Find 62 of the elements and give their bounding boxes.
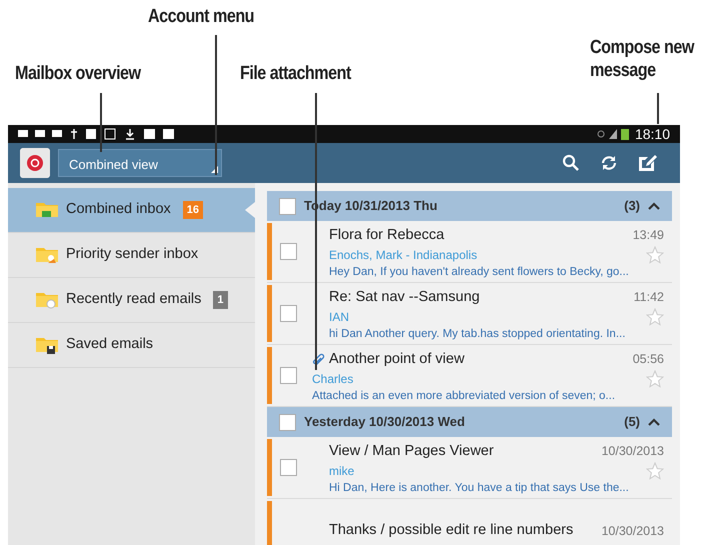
mailbox-label: Saved emails [66, 335, 154, 354]
star-icon[interactable] [646, 370, 664, 388]
star-icon[interactable] [646, 462, 664, 480]
message-row[interactable]: View / Man Pages Viewer 10/30/2013 mike Hi Dan, Here is another. You have a tip that says Use the... [267, 437, 672, 500]
message-subject: View / Man Pages Viewer [329, 442, 494, 461]
mailbox-label: Combined inbox [66, 200, 171, 220]
star-icon[interactable] [646, 308, 664, 326]
message-time: 13:49 [632, 227, 665, 244]
mailbox-item[interactable]: Recently read emails 1 [8, 278, 255, 324]
message-subject: Another point of view [329, 350, 464, 369]
group-count: (5) [624, 413, 640, 432]
callout-label: Account menu [148, 6, 254, 29]
message-row[interactable]: Re: Sat nav --Samsung 11:42 IAN hi Dan Another query. My tab.has stopped orientating. In... [267, 283, 672, 346]
unread-count: 1 [213, 290, 228, 310]
checkbox[interactable] [279, 414, 296, 431]
folder-icon [36, 201, 58, 220]
message-sender: mike [329, 463, 354, 480]
message-sender: Charles [312, 371, 354, 388]
callout-label: File attachment [240, 63, 351, 86]
leader-line [100, 93, 102, 152]
checkbox[interactable] [279, 198, 296, 215]
star-icon[interactable] [646, 246, 664, 264]
search-icon [562, 154, 580, 172]
message-time: 10/30/2013 [601, 522, 665, 540]
message-preview: Hi Dan, Here is another. You have a tip that says Use the... [329, 481, 630, 496]
callout-label: Compose new message [590, 37, 696, 83]
message-time: 11:42 [634, 289, 665, 306]
leader-line [657, 93, 658, 124]
group-date: Yesterday 10/30/2013 Wed [304, 413, 465, 432]
message-preview: Attached is an even more abbreviated version of seven; o... [312, 389, 616, 404]
email-app-logo-icon[interactable] [20, 148, 50, 178]
compose-icon [638, 154, 658, 172]
message-row[interactable]: Flora for Rebecca 13:49 Enochs, Mark - Indianapolis Hey Dan, If you haven't already sent flowers to Becky, go... [267, 221, 672, 284]
message-time: 10/30/2013 [601, 443, 665, 460]
date-group-header[interactable]: Yesterday 10/30/2013 Wed (5) [267, 407, 672, 438]
folder-person-icon [36, 246, 58, 264]
clock-time: 18:10 [634, 125, 670, 143]
mailbox-label: Recently read emails [66, 290, 202, 310]
mailbox-item[interactable]: Priority sender inbox [8, 233, 255, 278]
checkbox[interactable] [280, 459, 297, 476]
signal-battery-icons-drawing [596, 128, 631, 140]
message-subject: Re: Sat nav --Samsung [329, 288, 480, 307]
message-sender: Enochs, Mark - Indianapolis [329, 247, 478, 264]
message-preview: hi Dan Another query. My tab.has stopped orientating. In... [329, 327, 626, 342]
message-sender: IAN [329, 309, 350, 326]
message-subject: Flora for Rebecca [329, 226, 444, 245]
group-count: (3) [624, 197, 640, 216]
mailbox-item[interactable]: Saved emails [8, 323, 255, 368]
message-row[interactable]: Thanks / possible edit re line numbers 10/30/2013 [267, 499, 672, 545]
checkbox[interactable] [280, 367, 297, 384]
mailbox-item[interactable]: Combined inbox 16 [8, 188, 255, 234]
mailbox-label: Priority sender inbox [66, 245, 198, 264]
checkbox[interactable] [280, 243, 297, 260]
unread-count: 16 [182, 200, 204, 220]
message-time: 05:56 [632, 351, 665, 368]
message-subject: Thanks / possible edit re line numbers [329, 521, 574, 540]
account-dropdown[interactable]: Combined view [58, 149, 222, 178]
checkbox[interactable] [280, 305, 297, 322]
refresh-icon [600, 154, 618, 172]
callout-label: Mailbox overview [15, 63, 141, 86]
selection-pointer [245, 202, 255, 218]
message-preview: Hey Dan, If you haven't already sent flowers to Becky, go... [329, 265, 630, 280]
